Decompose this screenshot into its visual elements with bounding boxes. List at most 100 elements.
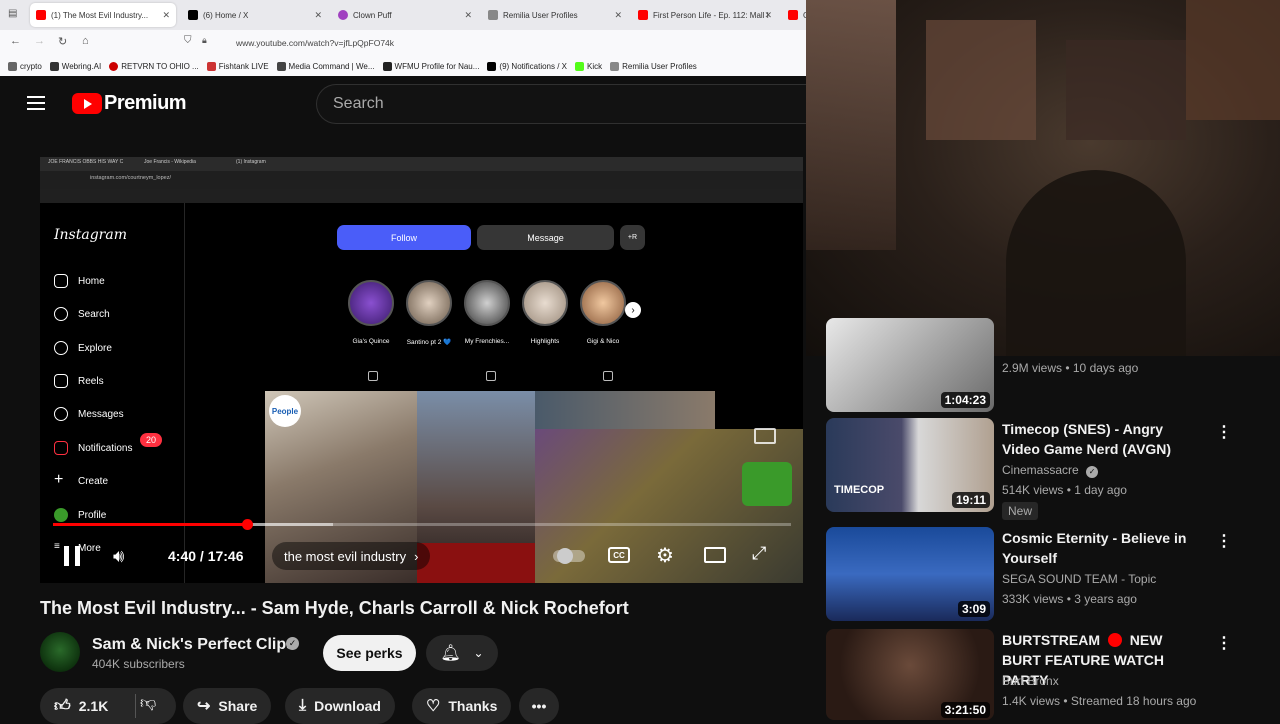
autoplay-toggle[interactable]	[553, 548, 585, 564]
volume-icon[interactable]: 🔊︎	[113, 546, 124, 567]
bookmark-wfmu[interactable]: WFMU Profile for Nau...	[382, 61, 480, 71]
live-dot-icon	[1107, 633, 1122, 647]
channel-name[interactable]: Cinemassacre ✓	[1002, 463, 1099, 478]
notification-bell-button[interactable]: 🔔︎ ⌄	[426, 635, 498, 671]
channel-name[interactable]: Burt Bronx	[1002, 674, 1059, 688]
closed-captions-icon[interactable]: CC	[608, 547, 630, 563]
bookmark-media-command[interactable]: Media Command | We...	[276, 61, 375, 71]
premium-logo-text[interactable]: Premium	[104, 92, 187, 115]
instagram-nav-create: + Create	[54, 472, 108, 488]
browser-tab-x[interactable]: (6) Home / X ✕	[182, 3, 328, 27]
profile-avatar-icon	[54, 508, 68, 522]
video-thumbnail[interactable]: 1:04:23	[826, 318, 994, 412]
recommended-item[interactable]: 3:09 Cosmic Eternity - Believe in Yourse…	[826, 527, 1280, 627]
instagram-nav-notifications: Notifications	[54, 441, 132, 455]
pause-icon[interactable]	[64, 546, 80, 566]
embedded-address-bar: instagram.com/courtneym_lopez/	[40, 171, 803, 189]
video-title[interactable]: Cosmic Eternity - Believe in Yourself	[1002, 528, 1202, 568]
thumbs-down-icon[interactable]: 👎︎	[140, 694, 156, 713]
close-tab-icon[interactable]: ✕	[162, 10, 170, 21]
bell-icon: 🔔︎	[440, 645, 461, 662]
story-highlight: Santino pt 2 💙	[404, 280, 454, 346]
search-input[interactable]: Search	[316, 84, 816, 124]
channel-name[interactable]: SEGA SOUND TEAM - Topic	[1002, 572, 1156, 586]
instagram-logo: Instagram	[54, 227, 127, 243]
share-button[interactable]: ↪ Share	[183, 688, 272, 724]
video-player[interactable]: JOE FRANCIS OBBS HIS WAY C Joe Francis -…	[40, 157, 803, 583]
back-icon[interactable]: ←	[10, 35, 21, 47]
recommended-item[interactable]: 3:21:50 BURTSTREAM NEW BURT FEATURE WATC…	[826, 629, 1280, 720]
folder-icon	[8, 61, 17, 71]
channel-avatar[interactable]	[40, 632, 80, 672]
instagram-sidebar	[40, 203, 185, 583]
bookmark-label: Kick	[587, 61, 603, 71]
tab-list-icon[interactable]: ▤	[8, 8, 17, 19]
lock-icon[interactable]: 🔒︎	[202, 35, 207, 46]
thanks-button[interactable]: ♡ Thanks	[412, 688, 512, 724]
bookmark-retvrn[interactable]: RETVRN TO OHIO ...	[109, 61, 199, 71]
tab-label: Clown Puff	[353, 10, 392, 20]
family-photo	[417, 391, 535, 583]
youtube-logo-icon[interactable]	[72, 93, 102, 114]
video-thumbnail[interactable]: TIMECOP 19:11	[826, 418, 994, 512]
bookmark-label: WFMU Profile for Nau...	[394, 61, 480, 71]
new-badge: New	[1002, 502, 1039, 520]
close-tab-icon[interactable]: ✕	[764, 10, 772, 21]
verified-check-icon: ✓	[286, 637, 299, 650]
recommended-item[interactable]: TIMECOP 19:11 Timecop (SNES) - Angry Vid…	[826, 418, 1280, 520]
more-vertical-icon[interactable]: ⋮	[1216, 422, 1232, 442]
like-dislike-divider	[135, 694, 136, 718]
video-title[interactable]: Timecop (SNES) - Angry Video Game Nerd (…	[1002, 419, 1202, 459]
bookmark-crypto[interactable]: crypto	[8, 61, 42, 71]
browser-tab-first-person-life[interactable]: First Person Life - Ep. 112: Mall I ✕	[632, 3, 778, 27]
home-icon[interactable]: ⌂	[82, 35, 89, 47]
chapter-button[interactable]: the most evil industry ›	[272, 542, 431, 570]
duration-badge: 3:21:50	[940, 702, 990, 718]
x-icon	[487, 61, 497, 71]
instagram-nav-explore: Explore	[54, 341, 112, 355]
chevron-right-icon: ›	[414, 548, 419, 564]
browser-tab-partial[interactable]: C	[782, 3, 806, 27]
browser-tab-clown-puff[interactable]: Clown Puff ✕	[332, 3, 478, 27]
video-title: The Most Evil Industry... - Sam Hyde, Ch…	[40, 598, 629, 618]
kick-icon	[575, 61, 584, 71]
wfmu-icon	[382, 61, 392, 71]
theater-mode-icon[interactable]	[704, 547, 726, 563]
address-bar[interactable]: www.youtube.com/watch?v=jfLpQpFO74k	[228, 33, 828, 53]
hamburger-menu-icon[interactable]	[27, 96, 45, 110]
subscriber-count: 404K subscribers	[92, 657, 185, 671]
bookmark-kick[interactable]: Kick	[575, 61, 603, 71]
shield-icon[interactable]: ⛉	[184, 35, 192, 46]
channel-label: Cinemassacre	[1002, 463, 1079, 477]
more-vertical-icon[interactable]: ⋮	[1216, 531, 1232, 551]
embedded-browser-tabs: JOE FRANCIS OBBS HIS WAY C Joe Francis -…	[40, 157, 803, 171]
more-vertical-icon[interactable]: ⋮	[1216, 633, 1232, 653]
see-perks-button[interactable]: See perks	[323, 635, 416, 671]
thanks-heart-icon: ♡	[426, 698, 441, 715]
more-actions-button[interactable]: •••	[519, 688, 559, 724]
browser-tab-youtube[interactable]: (1) The Most Evil Industry... ✕	[30, 3, 176, 27]
bookmark-notifications-x[interactable]: (9) Notifications / X	[487, 61, 567, 71]
download-button[interactable]: ⤓ Download	[285, 688, 395, 724]
video-meta: 2.9M views • 10 days ago	[1002, 361, 1139, 375]
settings-gear-icon[interactable]: ⚙	[656, 543, 674, 568]
wall-poster	[806, 0, 896, 250]
bookmark-fishtank[interactable]: Fishtank LIVE	[206, 61, 269, 71]
reload-icon[interactable]: ↻	[58, 35, 67, 48]
bookmark-webring[interactable]: Webring.AI	[49, 61, 102, 71]
browser-tab-remilia[interactable]: Remilia User Profiles ✕	[482, 3, 628, 27]
video-thumbnail[interactable]: 3:21:50	[826, 629, 994, 720]
channel-name[interactable]: Sam & Nick's Perfect Clips	[92, 636, 295, 654]
forward-icon[interactable]: →	[34, 35, 45, 47]
fullscreen-icon[interactable]: ⤢	[752, 543, 766, 564]
close-tab-icon[interactable]: ✕	[614, 10, 622, 21]
close-tab-icon[interactable]: ✕	[314, 10, 322, 21]
bookmark-remilia[interactable]: Remilia User Profiles	[610, 61, 697, 71]
recommended-item[interactable]: 1:04:23 2.9M views • 10 days ago	[826, 318, 1280, 416]
story-label: Gigi & Nico	[586, 338, 620, 345]
miniplayer-icon[interactable]	[754, 428, 776, 444]
video-thumbnail[interactable]: 3:09	[826, 527, 994, 621]
bookmark-label: Webring.AI	[61, 61, 102, 71]
tagged-icon	[603, 371, 613, 381]
close-tab-icon[interactable]: ✕	[464, 10, 472, 21]
